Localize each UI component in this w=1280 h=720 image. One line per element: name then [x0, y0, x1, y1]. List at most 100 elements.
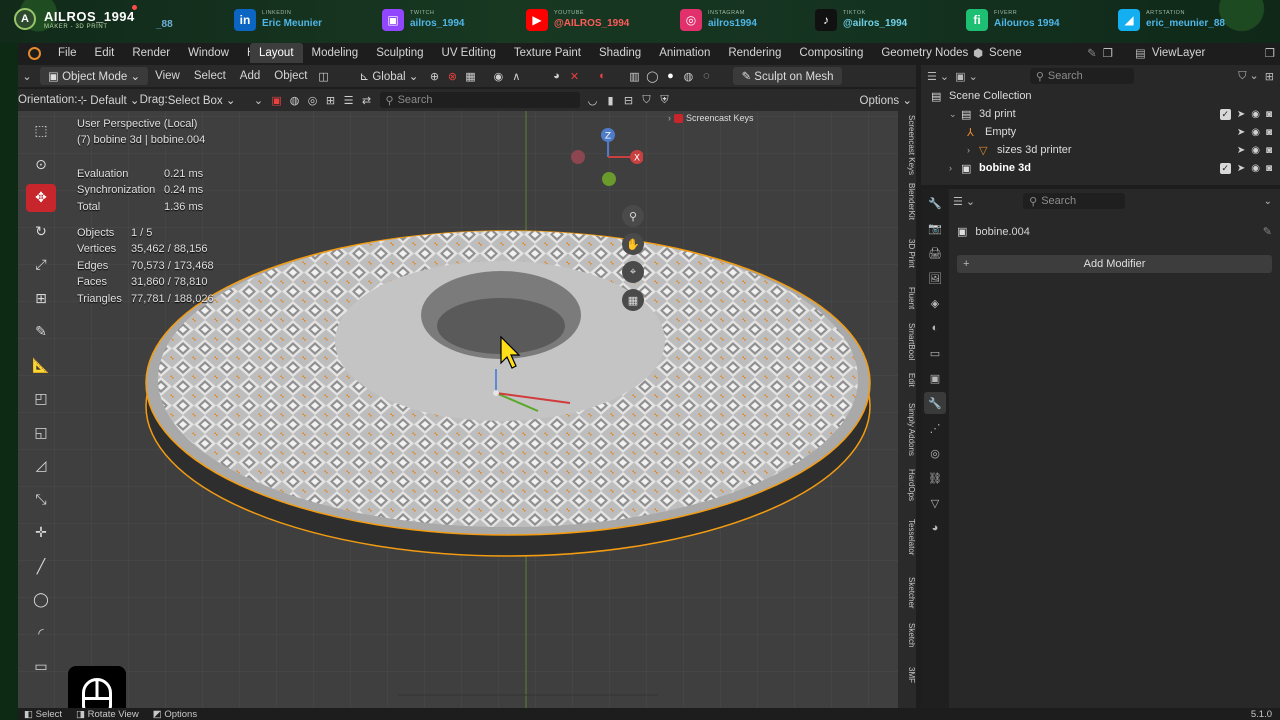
world-tab-icon[interactable]: ◐ — [924, 317, 946, 339]
addon-search[interactable]: ⚲ Search — [379, 92, 580, 108]
new-viewlayer-icon[interactable]: ❐ — [1265, 46, 1275, 60]
3d-viewport[interactable]: ⬚ ⊙ ✥ ↻ ⤢ ⊞ ✎ 📐 ◰ ◱ ◿ ⤡ ✛ ╱ ◯ ◜ ▭ User Perspective (Loca… — [18, 111, 916, 708]
addon-red-square-icon[interactable]: ▣ — [268, 92, 286, 108]
add-point-tool-icon[interactable]: ✛ — [26, 519, 56, 547]
display-mode-icon[interactable]: ▣ ⌄ — [955, 70, 978, 83]
expand-arrow-icon[interactable]: › — [949, 163, 961, 173]
menu-window[interactable]: Window — [179, 47, 238, 59]
addon-globe-icon[interactable]: ◎ — [304, 92, 322, 108]
modifier-tab-icon[interactable]: 🔧 — [924, 392, 946, 414]
filter-icon[interactable]: ⛉ — [638, 92, 656, 108]
social-twitch[interactable]: ▣ TWITCH ailros_1994 — [382, 9, 465, 31]
social-tiktok[interactable]: ♪ TIKTOK @ailros_1994 — [815, 9, 907, 31]
sidebar-tab-3mf[interactable]: 3MF — [898, 667, 916, 683]
pin-icon[interactable]: ✎ — [1087, 46, 1097, 60]
material-tab-icon[interactable]: ◕ — [924, 517, 946, 539]
overlay-toggle-icon[interactable]: ◐ — [593, 68, 611, 84]
outliner-editor-icon[interactable]: ☰ ⌄ — [927, 70, 949, 83]
rectangle-tool-icon[interactable]: ▭ — [26, 653, 56, 681]
perspective-grid-icon[interactable]: ▦ — [622, 289, 644, 311]
camera-icon[interactable]: ◙ — [1266, 145, 1272, 156]
menu-edit[interactable]: Edit — [86, 47, 124, 59]
addon-layers-icon[interactable]: ☰ — [340, 92, 358, 108]
viewlayer-selector[interactable]: ▤ ViewLayer ❐ — [1135, 45, 1275, 61]
include-checkbox[interactable]: ✓ — [1219, 162, 1231, 174]
camera-icon[interactable]: ⌖ — [622, 261, 644, 283]
circle-tool-icon[interactable]: ◯ — [26, 586, 56, 614]
social-linkedin[interactable]: in LINKEDIN Eric Meunier — [234, 9, 322, 31]
orientation-dropdown[interactable]: ⊹ Default ⌄ — [77, 93, 139, 107]
zoom-icon[interactable]: ⚲ — [622, 205, 644, 227]
sculpt-on-mesh-button[interactable]: ✎ Sculpt on Mesh — [733, 67, 842, 85]
select-mode-icon[interactable]: ◫ — [315, 68, 333, 84]
sidebar-tab-blenderkit[interactable]: BlenderKit — [898, 183, 916, 220]
transform-orientation[interactable]: ⊾ Global ⌄ — [353, 69, 426, 83]
falloff-icon[interactable]: ∧ — [507, 68, 525, 84]
rotate-tool-icon[interactable]: ↻ — [26, 218, 56, 246]
menu-file[interactable]: File — [49, 47, 86, 59]
workspace-tab-rendering[interactable]: Rendering — [719, 47, 790, 59]
addon-mirror-icon[interactable]: ⇄ — [358, 92, 376, 108]
sidebar-tab-screencast-keys[interactable]: Screencast Keys — [898, 115, 916, 175]
collapse-icon[interactable]: ◡ — [584, 92, 602, 108]
workspace-tab-modeling[interactable]: Modeling — [303, 47, 368, 59]
snap-icon[interactable]: ⊗ — [443, 68, 461, 84]
new-scene-icon[interactable]: ❐ — [1103, 46, 1113, 60]
social-fiverr[interactable]: fi FIVERR Ailouros 1994 — [966, 9, 1060, 31]
screencast-checkbox[interactable] — [674, 113, 683, 123]
pivot-icon[interactable]: ⊕ — [425, 68, 443, 84]
social-artstation[interactable]: ◢ ARTSTATION eric_meunier_88 — [1118, 9, 1225, 31]
workspace-tab-uv-editing[interactable]: UV Editing — [433, 47, 505, 59]
outliner-search[interactable]: ⚲ Search — [1029, 68, 1134, 84]
camera-icon[interactable]: ◙ — [1266, 109, 1272, 120]
eye-icon[interactable]: ◉ — [1251, 127, 1260, 138]
outliner-row[interactable]: › ▽ sizes 3d printer ➤ ◉ ◙ — [921, 141, 1280, 159]
solid-shading-icon[interactable]: ● — [661, 68, 679, 84]
sidebar-tab-sketcher[interactable]: Sketcher — [898, 577, 916, 609]
output-tab-icon[interactable]: 🖨 — [924, 242, 946, 264]
select-tools-icon[interactable]: ⊟ — [620, 92, 638, 108]
object-tab-icon[interactable]: ▣ — [924, 367, 946, 389]
selectable-icon[interactable]: ➤ — [1237, 109, 1245, 120]
eye-icon[interactable]: ◉ — [1251, 109, 1260, 120]
add-modifier-button[interactable]: + Add Modifier — [957, 255, 1272, 273]
new-collection-icon[interactable]: ⊞ — [1265, 70, 1274, 83]
viewport-menu-add[interactable]: Add — [233, 70, 267, 82]
cursor-tool-icon[interactable]: ⊙ — [26, 151, 56, 179]
sidebar-tab-hardops[interactable]: HardOps — [898, 469, 916, 501]
workspace-tab-geometry-nodes[interactable]: Geometry Nodes — [872, 47, 977, 59]
viewport-menu-object[interactable]: Object — [267, 70, 314, 82]
add-cube-tool-icon[interactable]: ◰ — [26, 385, 56, 413]
include-checkbox[interactable]: ✓ — [1219, 108, 1231, 120]
navigation-gizmo[interactable]: Z X — [563, 115, 643, 205]
constraints-tab-icon[interactable]: ⛓ — [924, 467, 946, 489]
addon-sphere-icon[interactable]: ◍ — [286, 92, 304, 108]
social-instagram[interactable]: ◎ INSTAGRAM ailros1994 — [680, 9, 757, 31]
sidebar-tab-fluent[interactable]: Fluent — [898, 287, 916, 309]
tool-tab-icon[interactable]: 🔧 — [924, 192, 946, 214]
editor-type-icon[interactable]: ☰ ⌄ — [953, 195, 975, 208]
collection-tab-icon[interactable]: ▭ — [924, 342, 946, 364]
pan-hand-icon[interactable]: ✋ — [622, 233, 644, 255]
blender-logo-icon[interactable] — [28, 46, 41, 60]
addon-grid-icon[interactable]: ⊞ — [322, 92, 340, 108]
sidebar-tab-tesselator[interactable]: Tesselator — [898, 519, 916, 555]
outliner-row[interactable]: ⌄ ▤ 3d print ✓ ➤ ◉ ◙ — [921, 105, 1280, 123]
visibility-icon[interactable]: ◕ — [547, 68, 565, 84]
properties-search[interactable]: ⚲ Search — [1023, 193, 1126, 209]
sidebar-tab-sketch[interactable]: Sketch — [898, 623, 916, 647]
expand-arrow-icon[interactable]: › — [967, 145, 979, 155]
snap-target-icon[interactable]: ▦ — [461, 68, 479, 84]
measure-tool-icon[interactable]: 📐 — [26, 352, 56, 380]
camera-icon[interactable]: ◙ — [1266, 127, 1272, 138]
extra-cube-tool-icon[interactable]: ◱ — [26, 419, 56, 447]
scale-tool-icon[interactable]: ⤢ — [26, 251, 56, 279]
sidebar-tab-simply-addons[interactable]: Simply Addons — [898, 403, 916, 456]
sidebar-tab-3d-print[interactable]: 3D Print — [898, 239, 916, 268]
workspace-tab-sculpting[interactable]: Sculpting — [367, 47, 432, 59]
xray-icon[interactable]: ▥ — [625, 68, 643, 84]
view-layer-tab-icon[interactable]: 🖼 — [924, 267, 946, 289]
filter-icon[interactable]: ⛉ ⌄ — [1238, 69, 1259, 83]
social-youtube[interactable]: ▶ YOUTUBE @AILROS_1994 — [526, 9, 629, 31]
sidebar-tab-edit[interactable]: Edit — [898, 373, 916, 387]
